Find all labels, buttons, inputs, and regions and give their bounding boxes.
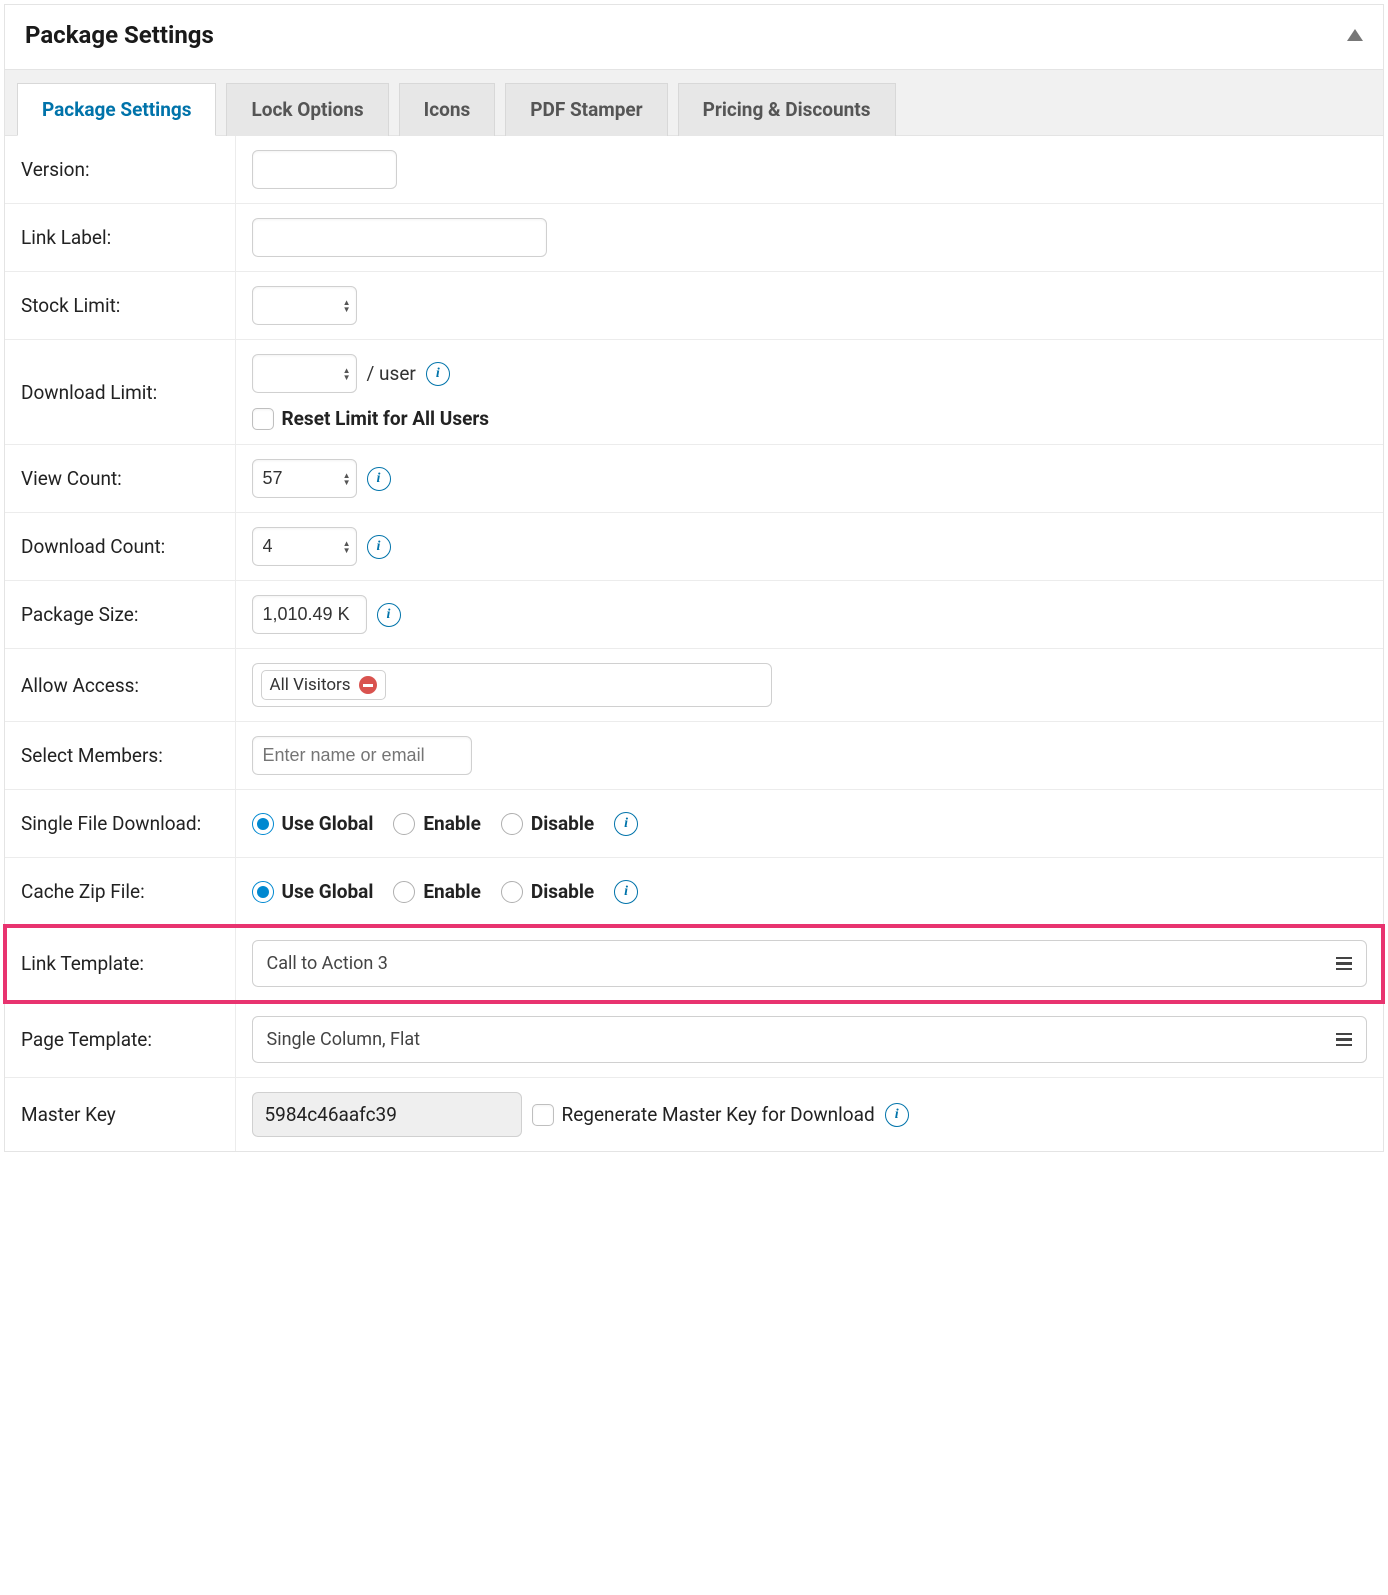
panel-header: Package Settings <box>5 5 1383 69</box>
radio-icon <box>393 881 415 903</box>
master-key-value: 5984c46aafc39 <box>252 1092 522 1137</box>
tab-lock-options[interactable]: Lock Options <box>226 83 388 136</box>
link-template-value: Call to Action 3 <box>267 953 388 974</box>
row-page-template: Page Template: Single Column, Flat <box>5 1002 1383 1078</box>
label-select-members: Select Members: <box>5 722 235 790</box>
radio-disable[interactable]: Disable <box>501 880 594 903</box>
stock-limit-input[interactable] <box>252 286 357 325</box>
row-allow-access: Allow Access: All Visitors <box>5 649 1383 722</box>
label-download-count: Download Count: <box>5 513 235 581</box>
label-link-label: Link Label: <box>5 204 235 272</box>
info-icon[interactable]: i <box>377 603 401 627</box>
info-icon[interactable]: i <box>614 812 638 836</box>
tabs-bar: Package Settings Lock Options Icons PDF … <box>5 69 1383 136</box>
radio-icon <box>501 813 523 835</box>
settings-table: Version: Link Label: Stock Limit: ▲▼ Dow… <box>5 136 1383 1151</box>
row-cache-zip: Cache Zip File: Use Global Enable Disabl… <box>5 858 1383 926</box>
reset-limit-checkbox[interactable]: Reset Limit for All Users <box>252 407 1368 430</box>
tab-pricing-discounts[interactable]: Pricing & Discounts <box>678 83 896 136</box>
package-size-input[interactable] <box>252 595 367 634</box>
label-page-template: Page Template: <box>5 1002 235 1078</box>
row-link-template: Link Template: Call to Action 3 <box>5 926 1383 1002</box>
row-version: Version: <box>5 136 1383 204</box>
download-limit-input[interactable] <box>252 354 357 393</box>
link-template-select[interactable]: Call to Action 3 <box>252 940 1368 987</box>
tab-pdf-stamper[interactable]: PDF Stamper <box>505 83 667 136</box>
label-allow-access: Allow Access: <box>5 649 235 722</box>
radio-icon <box>501 881 523 903</box>
radio-icon <box>252 881 274 903</box>
radio-use-global[interactable]: Use Global <box>252 812 374 835</box>
collapse-icon[interactable] <box>1347 29 1363 41</box>
menu-icon <box>1336 957 1352 971</box>
label-master-key: Master Key <box>5 1078 235 1152</box>
label-package-size: Package Size: <box>5 581 235 649</box>
tab-icons[interactable]: Icons <box>399 83 496 136</box>
access-chip: All Visitors <box>261 670 386 700</box>
page-template-select[interactable]: Single Column, Flat <box>252 1016 1368 1063</box>
download-limit-suffix: / user <box>367 362 416 385</box>
row-single-file-download: Single File Download: Use Global Enable … <box>5 790 1383 858</box>
label-version: Version: <box>5 136 235 204</box>
row-package-size: Package Size: i <box>5 581 1383 649</box>
radio-use-global[interactable]: Use Global <box>252 880 374 903</box>
radio-disable[interactable]: Disable <box>501 812 594 835</box>
regenerate-key-label: Regenerate Master Key for Download <box>562 1103 875 1126</box>
label-single-file-download: Single File Download: <box>5 790 235 858</box>
download-count-input[interactable] <box>252 527 357 566</box>
row-stock-limit: Stock Limit: ▲▼ <box>5 272 1383 340</box>
label-stock-limit: Stock Limit: <box>5 272 235 340</box>
row-download-count: Download Count: ▲▼ i <box>5 513 1383 581</box>
allow-access-field[interactable]: All Visitors <box>252 663 772 707</box>
page-template-value: Single Column, Flat <box>267 1029 421 1050</box>
checkbox-icon <box>532 1104 554 1126</box>
row-download-limit: Download Limit: ▲▼ / user i Reset Limit … <box>5 340 1383 445</box>
info-icon[interactable]: i <box>885 1103 909 1127</box>
remove-chip-icon[interactable] <box>359 676 377 694</box>
label-cache-zip: Cache Zip File: <box>5 858 235 926</box>
radio-icon <box>393 813 415 835</box>
label-link-template: Link Template: <box>5 926 235 1002</box>
label-view-count: View Count: <box>5 445 235 513</box>
panel-title: Package Settings <box>25 21 214 49</box>
info-icon[interactable]: i <box>367 535 391 559</box>
checkbox-icon <box>252 408 274 430</box>
radio-icon <box>252 813 274 835</box>
info-icon[interactable]: i <box>426 362 450 386</box>
link-label-input[interactable] <box>252 218 547 257</box>
info-icon[interactable]: i <box>367 467 391 491</box>
radio-enable[interactable]: Enable <box>393 880 480 903</box>
package-settings-panel: Package Settings Package Settings Lock O… <box>4 4 1384 1152</box>
regenerate-key-checkbox[interactable]: Regenerate Master Key for Download <box>532 1103 875 1126</box>
row-link-label: Link Label: <box>5 204 1383 272</box>
reset-limit-label: Reset Limit for All Users <box>282 407 490 430</box>
info-icon[interactable]: i <box>614 880 638 904</box>
label-download-limit: Download Limit: <box>5 340 235 445</box>
row-select-members: Select Members: <box>5 722 1383 790</box>
row-view-count: View Count: ▲▼ i <box>5 445 1383 513</box>
row-master-key: Master Key 5984c46aafc39 Regenerate Mast… <box>5 1078 1383 1152</box>
chip-label: All Visitors <box>270 675 351 695</box>
view-count-input[interactable] <box>252 459 357 498</box>
radio-enable[interactable]: Enable <box>393 812 480 835</box>
version-input[interactable] <box>252 150 397 189</box>
select-members-input[interactable] <box>252 736 472 775</box>
tab-package-settings[interactable]: Package Settings <box>17 83 216 136</box>
menu-icon <box>1336 1033 1352 1047</box>
